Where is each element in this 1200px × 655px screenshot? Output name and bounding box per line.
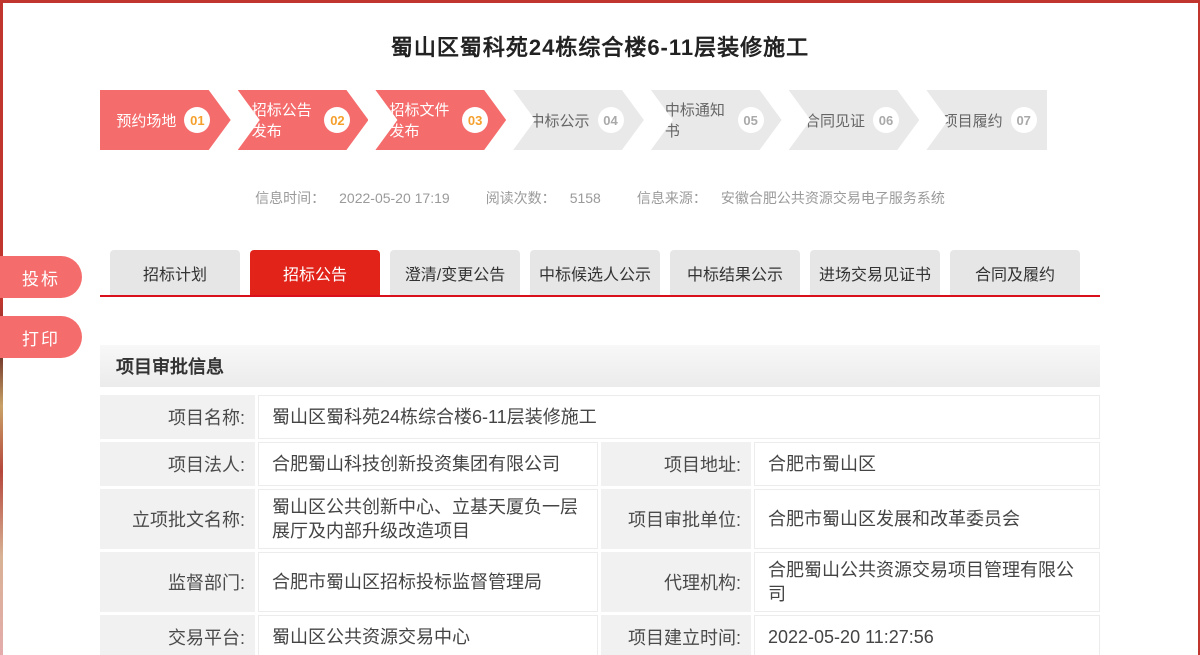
- table-label-legal-entity: 项目法人:: [100, 442, 255, 486]
- table-value-approval-authority: 合肥市蜀山区发展和改革委员会: [754, 489, 1100, 549]
- table-value-trading-platform: 蜀山区公共资源交易中心: [258, 615, 598, 655]
- section-header: 项目审批信息: [100, 345, 1100, 387]
- table-label-agency: 代理机构:: [601, 552, 751, 612]
- table-value-agency: 合肥蜀山公共资源交易项目管理有限公 司: [754, 552, 1100, 612]
- table-value-legal-entity: 合肥蜀山科技创新投资集团有限公司: [258, 442, 598, 486]
- meta-source-value: 安徽合肥公共资源交易电子服务系统: [721, 188, 945, 208]
- page-title: 蜀山区蜀科苑24栋综合楼6-11层装修施工: [0, 30, 1200, 62]
- project-approval-table: 项目名称: 蜀山区蜀科苑24栋综合楼6-11层装修施工 项目法人: 合肥蜀山科技…: [100, 395, 1100, 655]
- floating-side-buttons: 投标 打印: [0, 256, 82, 358]
- meta-time-value: 2022-05-20 17:19: [339, 190, 450, 206]
- step-label: 招标文件发布: [389, 99, 454, 141]
- step-winning-publicity: 中标公示 04: [513, 90, 644, 150]
- step-announcement-published: 招标公告发布 02: [238, 90, 369, 150]
- tab-winning-result-publicity[interactable]: 中标结果公示: [670, 250, 800, 295]
- step-number-badge: 06: [873, 107, 899, 133]
- step-label: 招标公告发布: [252, 99, 317, 141]
- step-reserve-venue: 预约场地 01: [100, 90, 231, 150]
- meta-views-value: 5158: [570, 190, 601, 206]
- tab-entry-transaction-certificate[interactable]: 进场交易见证书: [810, 250, 940, 295]
- tab-contract-performance[interactable]: 合同及履约: [950, 250, 1080, 295]
- table-value-project-name: 蜀山区蜀科苑24栋综合楼6-11层装修施工: [258, 395, 1100, 439]
- step-number-badge: 03: [462, 107, 488, 133]
- meta-info-line: 信息时间： 2022-05-20 17:19 阅读次数： 5158 信息来源： …: [0, 188, 1200, 208]
- table-value-supervision-department: 合肥市蜀山区招标投标监督管理局: [258, 552, 598, 612]
- step-project-performance: 项目履约 07: [926, 90, 1047, 150]
- step-number-badge: 01: [184, 107, 210, 133]
- step-label: 项目履约: [943, 110, 1003, 131]
- table-label-approval-document: 立项批文名称:: [100, 489, 255, 549]
- step-bid-documents-published: 招标文件发布 03: [375, 90, 506, 150]
- table-value-approval-document: 蜀山区公共创新中心、立基天厦负一层 展厅及内部升级改造项目: [258, 489, 598, 549]
- table-label-project-address: 项目地址:: [601, 442, 751, 486]
- table-label-trading-platform: 交易平台:: [100, 615, 255, 655]
- page: 蜀山区蜀科苑24栋综合楼6-11层装修施工 预约场地 01 招标公告发布 02 …: [0, 0, 1200, 655]
- section-title: 项目审批信息: [116, 353, 224, 379]
- step-label: 中标公示: [530, 110, 590, 131]
- step-number-badge: 07: [1011, 107, 1037, 133]
- tab-bidding-plan[interactable]: 招标计划: [110, 250, 240, 295]
- table-label-project-created-time: 项目建立时间:: [601, 615, 751, 655]
- tab-clarification-change[interactable]: 澄清/变更公告: [390, 250, 520, 295]
- meta-time-label: 信息时间：: [255, 188, 325, 208]
- progress-steps: 预约场地 01 招标公告发布 02 招标文件发布 03 中标公示 04 中标通知…: [100, 90, 1047, 150]
- step-number-badge: 02: [324, 107, 350, 133]
- table-label-project-name: 项目名称:: [100, 395, 255, 439]
- meta-views-label: 阅读次数：: [486, 188, 556, 208]
- top-border-bar: [0, 0, 1200, 3]
- tab-winning-candidate-publicity[interactable]: 中标候选人公示: [530, 250, 660, 295]
- table-value-project-address: 合肥市蜀山区: [754, 442, 1100, 486]
- meta-source-label: 信息来源：: [637, 188, 707, 208]
- step-contract-witness: 合同见证 06: [789, 90, 920, 150]
- step-number-badge: 05: [738, 107, 764, 133]
- table-value-project-created-time: 2022-05-20 11:27:56: [754, 615, 1100, 655]
- step-winning-notice: 中标通知书 05: [651, 90, 782, 150]
- tab-bidding-announcement[interactable]: 招标公告: [250, 250, 380, 295]
- table-label-supervision-department: 监督部门:: [100, 552, 255, 612]
- step-label: 预约场地: [116, 110, 176, 131]
- bid-button[interactable]: 投标: [0, 256, 82, 298]
- step-label: 合同见证: [805, 110, 865, 131]
- tab-bar: 招标计划 招标公告 澄清/变更公告 中标候选人公示 中标结果公示 进场交易见证书…: [100, 250, 1100, 297]
- step-label: 中标通知书: [665, 99, 730, 141]
- print-button[interactable]: 打印: [0, 316, 82, 358]
- table-label-approval-authority: 项目审批单位:: [601, 489, 751, 549]
- step-number-badge: 04: [598, 107, 624, 133]
